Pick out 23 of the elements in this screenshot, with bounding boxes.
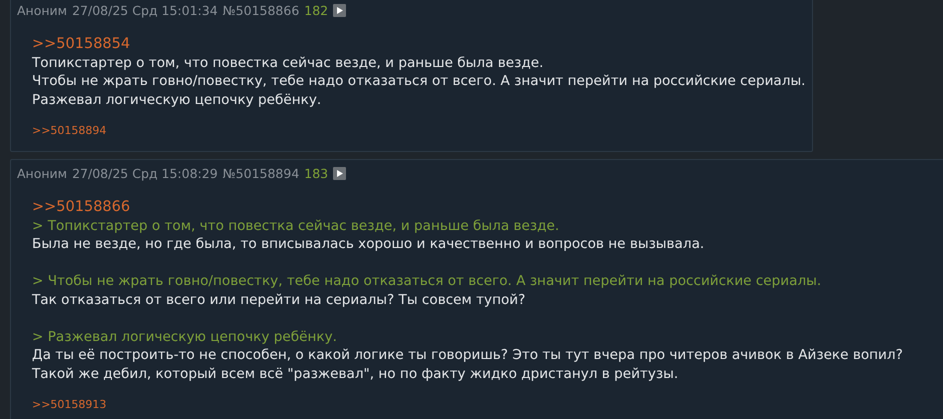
post-text: Топикстартер о том, что повестка сейчас везде, и раньше была везде.: [32, 54, 544, 72]
post-number[interactable]: №50158894: [222, 166, 300, 180]
backlink[interactable]: >>50158894: [32, 124, 106, 137]
play-icon[interactable]: [333, 166, 346, 180]
post-count: 183: [304, 166, 328, 180]
play-icon[interactable]: [333, 4, 346, 16]
quote-text: > Топикстартер о том, что повестка сейчас везде, и раньше была везде.: [32, 216, 560, 235]
post-date: 27/08/25 Срд 15:08:29: [72, 166, 218, 180]
post-count: 182: [304, 2, 328, 18]
post-text: Чтобы не жрать говно/повестку, тебе надо отказаться от всего. А значит перейти на российские сериалы.: [32, 72, 806, 90]
reply-link[interactable]: >>50158866: [32, 198, 943, 216]
post-text: Так отказаться от всего или перейти на сериалы? Ты совсем тупой?: [32, 290, 526, 309]
post-text: Была не везде, но где была, то вписывалась хорошо и качественно и вопросов не вызывала.: [32, 235, 706, 254]
backlink[interactable]: >>50158913: [32, 398, 106, 411]
post-number[interactable]: №50158866: [222, 2, 300, 18]
quote-text: > Чтобы не жрать говно/повестку, тебе надо отказаться от всего. А значит перейти на российские сериалы.: [32, 272, 822, 290]
post-text: Разжевал логическую цепочку ребёнку.: [32, 90, 322, 109]
poster-name: Аноним: [17, 166, 68, 180]
post-date: 27/08/25 Срд 15:01:34: [72, 2, 218, 18]
poster-name: Аноним: [17, 2, 68, 18]
quote-text: > Разжевал логическую цепочку ребёнку.: [32, 328, 338, 346]
reply-link[interactable]: >>50158854: [32, 35, 806, 54]
post-text: Да ты её построить-то не способен, о какой логике ты говоришь? Это ты тут вчера про читеров ачивок в Айзеке вопил? Такой же дебил, который всем всё "разжевал", но по факту жидко дристанул в рейтузы.: [32, 346, 904, 383]
